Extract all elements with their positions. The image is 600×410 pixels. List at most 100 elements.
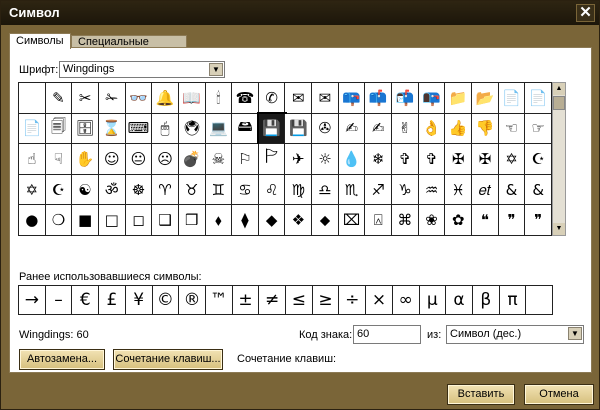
symbol-cell[interactable]: ♌: [258, 174, 286, 206]
scroll-thumb[interactable]: [553, 96, 565, 110]
recent-symbol-cell[interactable]: ™: [205, 286, 233, 315]
symbol-cell[interactable]: ❒: [178, 205, 206, 236]
symbol-cell[interactable]: 📄: [19, 113, 46, 145]
chevron-down-icon[interactable]: ▼: [209, 63, 223, 76]
insert-button[interactable]: Вставить: [447, 384, 515, 405]
symbol-cell[interactable]: 👎: [472, 113, 499, 145]
symbol-cell[interactable]: 🖲: [178, 113, 206, 145]
symbol-cell[interactable]: ⍓: [365, 205, 393, 236]
symbol-cell[interactable]: 👍: [445, 113, 473, 145]
symbol-cell[interactable]: ✡: [498, 144, 526, 175]
symbol-cell[interactable]: ✠: [445, 144, 473, 175]
recent-symbol-cell[interactable]: ®: [179, 286, 206, 315]
symbol-cell[interactable]: ✇: [312, 113, 339, 145]
shortcut-key-button[interactable]: Сочетание клавиш...: [113, 349, 223, 370]
symbol-cell[interactable]: ☹: [152, 144, 179, 175]
char-code-input[interactable]: 60: [353, 325, 421, 344]
recent-symbol-cell[interactable]: –: [45, 286, 73, 315]
recent-symbol-cell[interactable]: ∞: [392, 286, 420, 315]
symbol-cell[interactable]: ✁: [98, 83, 126, 114]
symbol-cell[interactable]: ♊: [205, 174, 233, 206]
symbol-cell[interactable]: ☎: [232, 83, 259, 114]
symbol-cell[interactable]: ❍: [45, 205, 73, 236]
autocorrect-button[interactable]: Автозамена...: [19, 349, 105, 370]
symbol-cell[interactable]: ✠: [472, 144, 499, 175]
symbol-cell[interactable]: 💾: [285, 113, 313, 145]
symbol-cell[interactable]: ✿: [445, 205, 473, 236]
recent-symbol-cell[interactable]: ×: [366, 286, 393, 315]
symbol-cell[interactable]: ☠: [205, 144, 233, 175]
symbol-cell[interactable]: 💾: [256, 111, 288, 147]
recent-symbol-cell[interactable]: µ: [419, 286, 447, 315]
symbol-cell[interactable]: 📄: [525, 83, 552, 114]
symbol-cell[interactable]: 💣: [178, 144, 206, 175]
symbol-cell[interactable]: ♈: [152, 174, 179, 206]
symbol-cell[interactable]: ●: [19, 205, 46, 236]
symbol-cell[interactable]: &: [525, 174, 552, 206]
recent-symbol-cell[interactable]: →: [19, 286, 46, 315]
symbol-cell[interactable]: ✡: [19, 174, 46, 206]
symbol-cell[interactable]: ❑: [152, 205, 179, 236]
scroll-down-icon[interactable]: ▼: [553, 223, 565, 235]
symbol-cell[interactable]: [19, 83, 46, 114]
symbol-cell[interactable]: ✋: [72, 144, 99, 175]
symbol-cell[interactable]: ✌: [392, 113, 419, 145]
recent-symbol-cell[interactable]: ÷: [339, 286, 367, 315]
tab-symbols[interactable]: Символы: [9, 33, 71, 49]
symbol-cell[interactable]: ◆: [258, 205, 286, 236]
from-select[interactable]: Символ (дес.) ▼: [446, 325, 584, 344]
recent-symbol-cell[interactable]: ©: [152, 286, 180, 315]
symbol-cell[interactable]: ♑: [392, 174, 419, 206]
symbol-cell[interactable]: ॐ: [98, 174, 126, 206]
recent-symbol-cell[interactable]: [526, 286, 553, 315]
symbol-cell[interactable]: ☜: [498, 113, 526, 145]
symbol-cell[interactable]: ♓: [445, 174, 473, 206]
symbol-cell[interactable]: ✆: [258, 83, 286, 114]
symbol-cell[interactable]: ❞: [525, 205, 552, 236]
recent-symbol-cell[interactable]: ¥: [125, 286, 153, 315]
symbol-cell[interactable]: ✉: [285, 83, 313, 114]
recent-symbol-cell[interactable]: ±: [232, 286, 260, 315]
symbol-cell[interactable]: 📫: [365, 83, 393, 114]
recent-symbol-cell[interactable]: α: [446, 286, 473, 315]
symbol-cell[interactable]: ☺: [98, 144, 126, 175]
symbol-cell[interactable]: ■: [72, 205, 99, 236]
symbol-cell[interactable]: ♍: [285, 174, 313, 206]
title-bar[interactable]: Символ ✕: [1, 1, 599, 25]
symbol-cell[interactable]: ☪: [45, 174, 73, 206]
recent-symbol-cell[interactable]: £: [99, 286, 126, 315]
symbol-cell[interactable]: ✞: [392, 144, 419, 175]
symbol-cell[interactable]: ⚐: [232, 144, 259, 175]
symbol-cell[interactable]: ♋: [232, 174, 259, 206]
chevron-down-icon[interactable]: ▼: [568, 327, 582, 340]
symbol-cell[interactable]: ⬧: [205, 205, 233, 236]
symbol-cell[interactable]: ❄: [365, 144, 393, 175]
symbol-cell[interactable]: ⧫: [232, 205, 259, 236]
symbol-cell[interactable]: ✎: [45, 83, 73, 114]
symbol-cell[interactable]: ☟: [45, 144, 73, 175]
cancel-button[interactable]: Отмена: [524, 384, 594, 405]
symbol-cell[interactable]: &: [498, 174, 526, 206]
symbol-cell[interactable]: ♉: [178, 174, 206, 206]
symbol-cell[interactable]: ✍: [338, 113, 366, 145]
recent-symbol-cell[interactable]: β: [472, 286, 500, 315]
symbol-cell[interactable]: 🗄: [72, 113, 99, 145]
symbol-cell[interactable]: ♐: [365, 174, 393, 206]
close-icon[interactable]: ✕: [576, 4, 595, 22]
symbol-cell[interactable]: ❖: [285, 205, 313, 236]
symbol-cell[interactable]: ♒: [418, 174, 446, 206]
symbol-cell[interactable]: 🔔: [152, 83, 179, 114]
symbol-cell[interactable]: 💧: [338, 144, 366, 175]
symbol-cell[interactable]: ⌨: [125, 113, 153, 145]
symbol-cell[interactable]: ☸: [125, 174, 153, 206]
symbol-cell[interactable]: ⌧: [338, 205, 366, 236]
symbol-cell[interactable]: 📁: [445, 83, 473, 114]
symbol-cell[interactable]: ❀: [418, 205, 446, 236]
symbol-cell[interactable]: ⌘: [392, 205, 419, 236]
symbol-cell[interactable]: ☯: [72, 174, 99, 206]
symbol-cell[interactable]: ✂: [72, 83, 99, 114]
symbol-cell[interactable]: ❞: [498, 205, 526, 236]
symbol-cell[interactable]: 📂: [472, 83, 499, 114]
symbol-cell[interactable]: 📪: [338, 83, 366, 114]
symbol-cell[interactable]: 📬: [392, 83, 419, 114]
